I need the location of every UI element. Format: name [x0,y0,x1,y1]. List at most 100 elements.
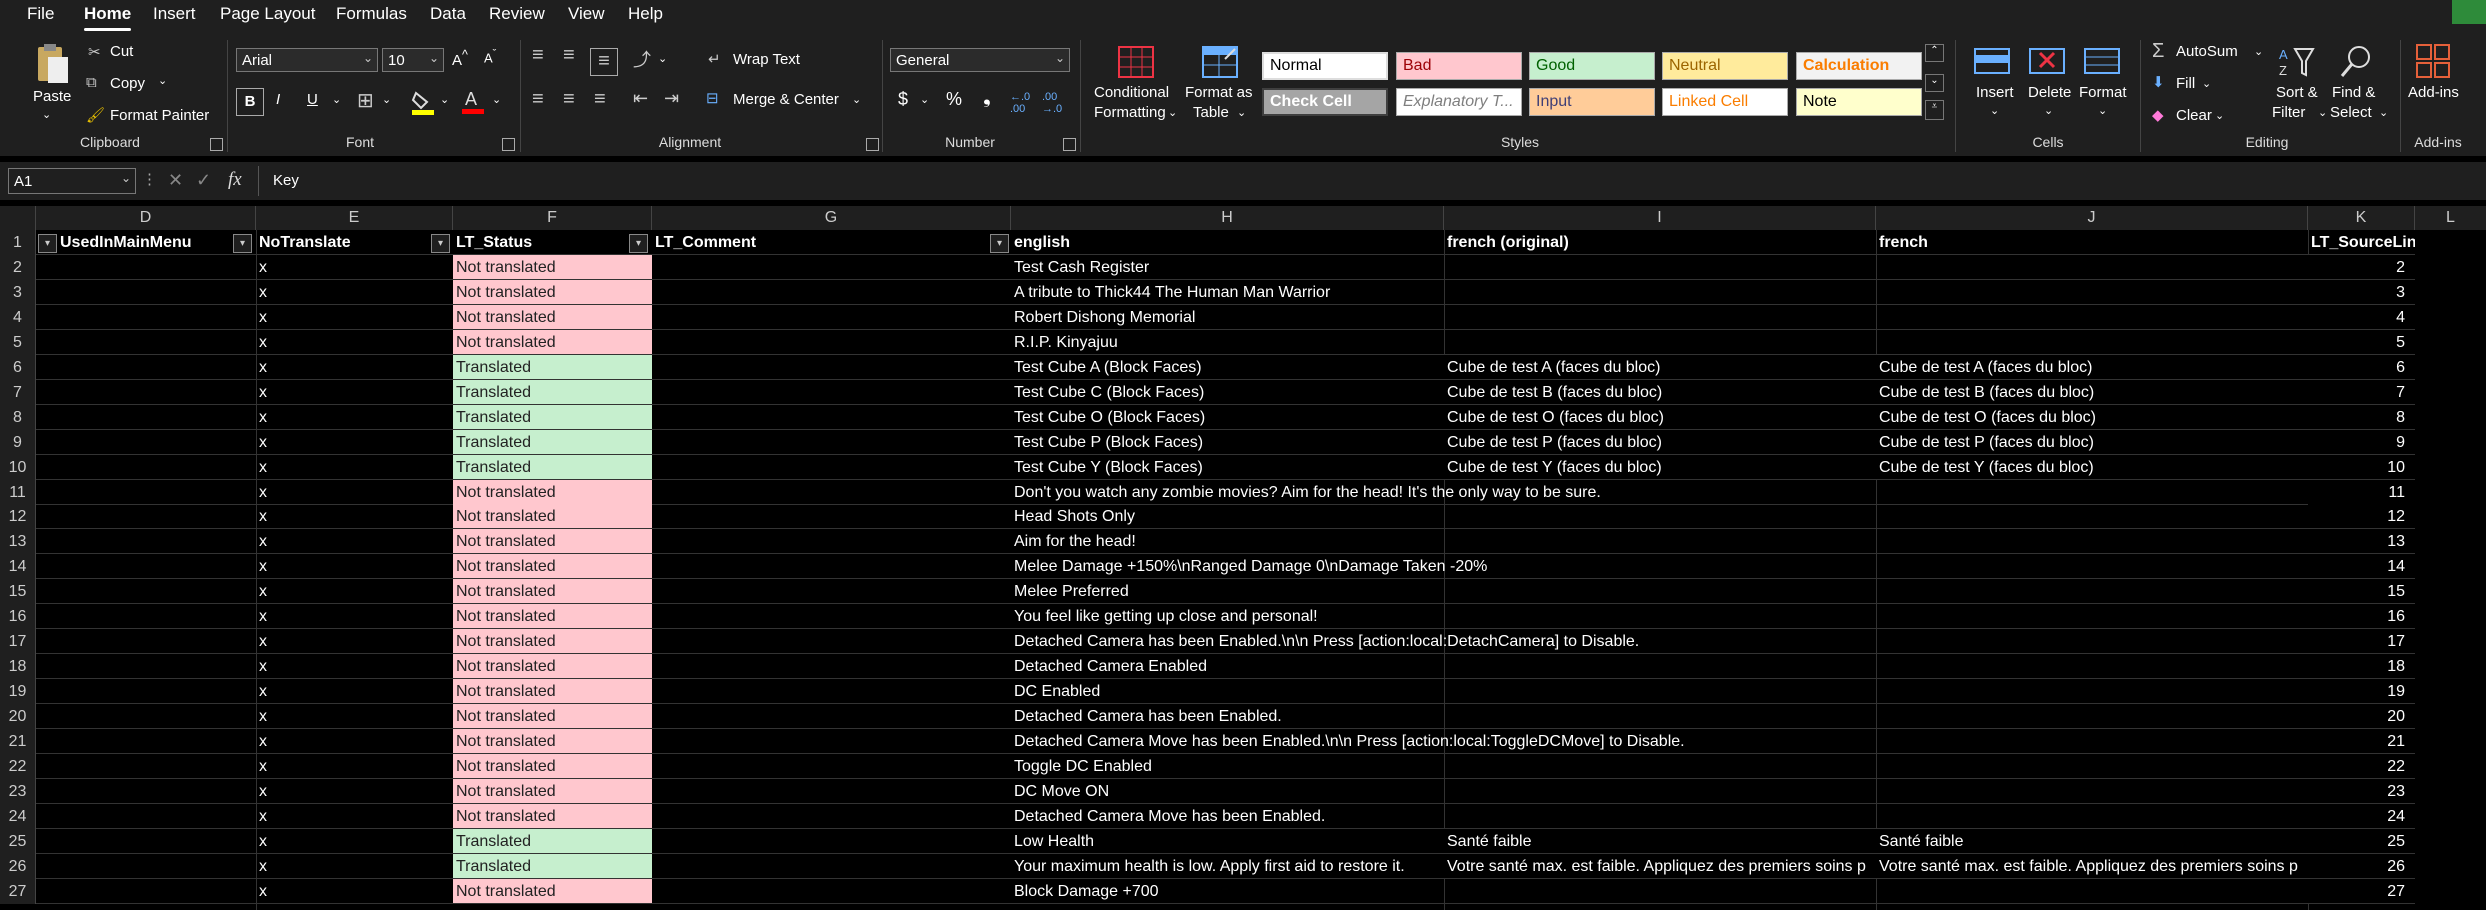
cell-lt-status[interactable]: Not translated [453,479,652,505]
sort-filter-button[interactable]: Sort & [2276,84,2318,101]
styles-scroll-down-icon[interactable]: ⌄ [1925,74,1944,92]
cell-notranslate[interactable]: x [256,579,453,605]
cell-lt-status[interactable]: Translated [453,828,652,854]
cell-usedinmainmenu[interactable] [36,704,256,730]
cell-lt-comment[interactable] [652,604,1011,630]
cell-lt-status[interactable]: Not translated [453,504,652,530]
cell-english[interactable]: Head Shots Only [1011,504,1444,530]
cell-usedinmainmenu[interactable] [36,654,256,680]
cell-lt-comment[interactable] [652,554,1011,580]
cell-french-original[interactable]: Cube de test P (faces du bloc) [1444,429,1876,455]
format-painter-icon[interactable]: 🖌 [86,106,105,124]
cell-english[interactable]: You feel like getting up close and perso… [1011,604,1444,630]
cell-notranslate[interactable]: x [256,704,453,730]
currency-button[interactable]: $ [898,89,908,110]
font-launcher-icon[interactable] [502,138,515,151]
fill-dropdown-icon[interactable]: ⌄ [2202,77,2211,90]
cell-english[interactable]: Detached Camera Enabled [1011,654,1444,680]
menu-help[interactable]: Help [628,4,663,24]
cell-english[interactable]: Test Cash Register [1011,255,1444,280]
cell-lt-status[interactable]: Translated [453,404,652,430]
increase-font-icon[interactable]: A^ [452,48,468,69]
cell-french[interactable]: Santé faible [1876,828,2308,854]
format-cells-icon[interactable] [2082,44,2122,80]
cell-lt-comment[interactable] [652,754,1011,779]
clear-icon[interactable]: ◆ [2152,106,2164,124]
column-header-l[interactable]: L [2415,206,2486,230]
cell-lt-comment[interactable] [652,280,1011,305]
menu-home[interactable]: Home [84,4,132,31]
delete-dropdown-icon[interactable]: ⌄ [2044,104,2053,117]
decrease-indent-icon[interactable]: ⇤ [633,88,648,109]
cell-style-calculation[interactable]: Calculation [1796,52,1922,80]
cell-lt-comment[interactable] [652,829,1011,854]
cell-lt-status[interactable]: Translated [453,853,652,879]
cell-french-original[interactable] [1444,255,1876,280]
percent-button[interactable]: % [946,89,962,110]
menu-file[interactable]: File [27,4,54,24]
cell-french[interactable]: Votre santé max. est faible. Appliquez d… [1876,853,2308,879]
cell-usedinmainmenu[interactable] [36,729,256,754]
font-size-dropdown[interactable]: 10 ⌄ [382,48,444,72]
row-header[interactable]: 5 [0,329,36,355]
cell-lt-status[interactable]: Not translated [453,254,652,280]
cell-english[interactable]: Detached Camera has been Enabled. [1011,704,1444,730]
cell-notranslate[interactable]: x [256,380,453,405]
orientation-icon[interactable]: ⤴ [633,46,651,72]
cell-lt-comment[interactable] [652,255,1011,280]
fill-color-icon[interactable] [410,88,436,116]
cell-lt-sourceline[interactable]: 11 [2308,479,2415,505]
row-header[interactable]: 17 [0,629,36,655]
cell-english[interactable]: Melee Damage +150%\nRanged Damage 0\nDam… [1011,554,1487,580]
cell-lt-sourceline[interactable]: 13 [2308,529,2415,555]
filter-dropdown-icon[interactable]: ▾ [38,234,57,253]
cut-icon[interactable]: ✂ [88,43,101,61]
cell-lt-sourceline[interactable]: 16 [2308,604,2415,630]
cell-french-original[interactable]: Votre santé max. est faible. Appliquez d… [1444,853,1876,879]
filter-dropdown-icon[interactable]: ▾ [431,234,450,253]
underline-button[interactable]: U [307,91,318,108]
cell-lt-status[interactable]: Not translated [453,329,652,355]
cell-lt-sourceline[interactable]: 3 [2308,279,2415,305]
cell-french[interactable] [1876,779,2308,804]
cell-lt-comment[interactable] [652,879,1011,904]
wrap-text-button[interactable]: Wrap Text [733,51,800,68]
cell-french[interactable] [1876,255,2308,280]
cell-lt-status[interactable]: Not translated [453,704,652,730]
cell-usedinmainmenu[interactable] [36,455,256,480]
share-button[interactable] [2452,0,2486,24]
conditional-dropdown-icon[interactable]: ⌄ [1168,106,1177,119]
cell-notranslate[interactable]: x [256,355,453,380]
cell-lt-sourceline[interactable]: 2 [2308,254,2415,280]
header-cell-english[interactable]: english [1011,230,1444,255]
cell-lt-sourceline[interactable]: 12 [2308,504,2415,530]
cell-french[interactable] [1876,629,2308,655]
cell-english[interactable]: Detached Camera has been Enabled.\n\n Pr… [1011,629,1639,655]
cell-lt-status[interactable]: Not translated [453,679,652,705]
cell-english[interactable]: Detached Camera Move has been Enabled. [1011,804,1444,829]
cell-notranslate[interactable]: x [256,679,453,705]
cell-lt-comment[interactable] [652,380,1011,405]
currency-dropdown-icon[interactable]: ⌄ [920,93,929,106]
cell-english[interactable]: Toggle DC Enabled [1011,754,1444,779]
row-header[interactable]: 1 [0,230,36,255]
copy-icon[interactable]: ⧉ [86,74,97,91]
cell-lt-status[interactable]: Not translated [453,279,652,305]
cell-lt-sourceline[interactable]: 21 [2308,729,2415,754]
format-cells-button[interactable]: Format [2079,84,2127,101]
copy-dropdown-icon[interactable]: ⌄ [158,74,167,87]
format-as-table-icon[interactable] [1200,44,1240,82]
cell-english[interactable]: Robert Dishong Memorial [1011,305,1444,330]
cell-style-input[interactable]: Input [1529,88,1655,116]
cell-lt-comment[interactable] [652,779,1011,804]
decrease-font-icon[interactable]: Aˇ [484,48,496,65]
cell-french-original[interactable] [1444,529,1876,555]
row-header[interactable]: 9 [0,429,36,455]
select-all-corner[interactable] [0,206,36,230]
worksheet-grid[interactable]: 1 UsedInMainMenu NoTranslate LT_Status L… [0,230,2486,910]
cell-lt-status[interactable]: Not translated [453,878,652,904]
cell-lt-sourceline[interactable]: 5 [2308,329,2415,355]
fill-button[interactable]: Fill [2176,75,2195,92]
row-header[interactable]: 23 [0,778,36,804]
column-header-k[interactable]: K [2308,206,2415,230]
